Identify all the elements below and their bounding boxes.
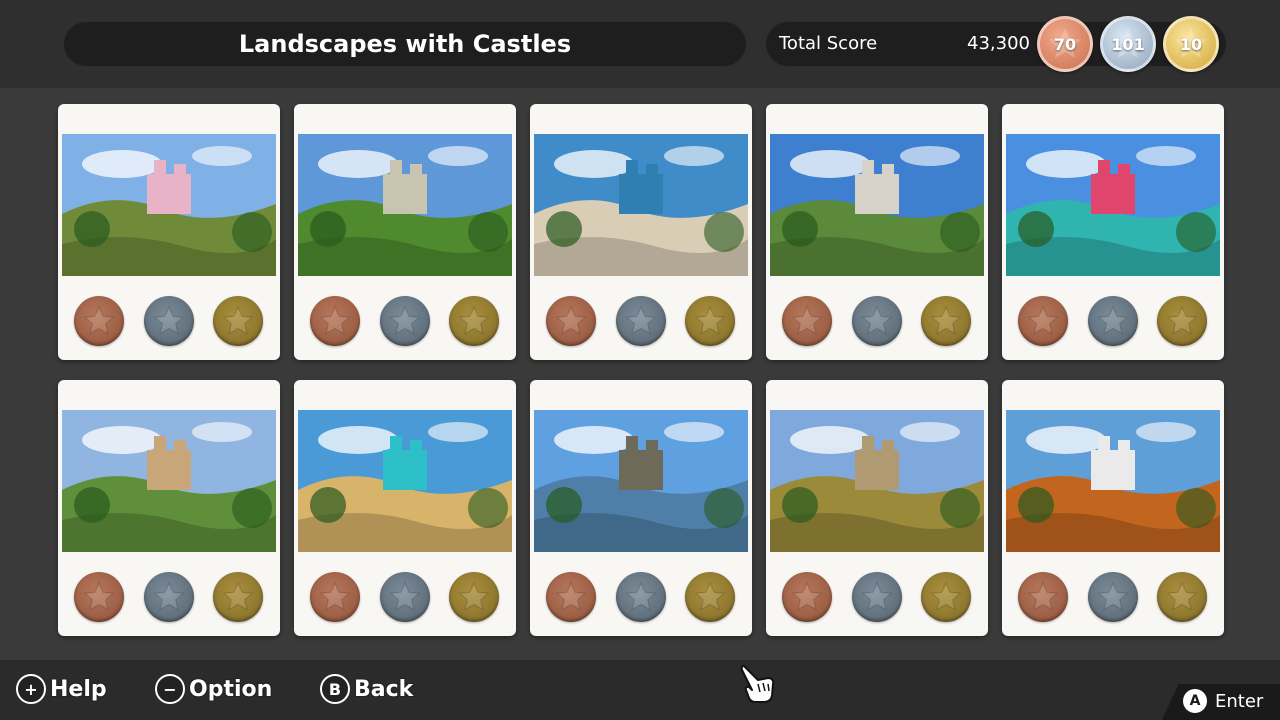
puzzle-thumbnail xyxy=(62,134,276,276)
b-button-icon: B xyxy=(320,674,350,704)
puzzle-card[interactable] xyxy=(58,380,280,636)
puzzle-card[interactable] xyxy=(294,104,516,360)
puzzle-thumbnail xyxy=(298,134,512,276)
puzzle-card[interactable] xyxy=(1002,104,1224,360)
silver-star-icon xyxy=(852,572,902,622)
bronze-star-icon xyxy=(74,572,124,622)
gold-star-icon xyxy=(213,572,263,622)
gold-star-icon xyxy=(921,296,971,346)
enter-button[interactable]: A Enter xyxy=(1183,688,1263,714)
a-button-icon: A xyxy=(1183,689,1207,713)
back-label: Back xyxy=(354,676,414,702)
puzzle-thumbnail xyxy=(298,410,512,552)
bronze-star-icon xyxy=(546,572,596,622)
minus-icon: − xyxy=(155,674,185,704)
puzzle-card[interactable] xyxy=(766,380,988,636)
bronze-star-icon xyxy=(1018,296,1068,346)
gold-star-badge: 10 xyxy=(1163,16,1219,72)
silver-star-icon xyxy=(1088,572,1138,622)
enter-label: Enter xyxy=(1215,690,1264,712)
option-label: Option xyxy=(189,676,273,702)
bronze-star-icon xyxy=(74,296,124,346)
bronze-count: 70 xyxy=(1053,34,1077,54)
puzzle-thumbnail xyxy=(770,134,984,276)
silver-star-icon xyxy=(1088,296,1138,346)
gold-star-icon xyxy=(1157,572,1207,622)
puzzle-thumbnail xyxy=(1006,410,1220,552)
bronze-star-icon xyxy=(782,572,832,622)
help-button[interactable]: + Help xyxy=(16,672,107,706)
gold-star-icon xyxy=(213,296,263,346)
silver-star-icon xyxy=(380,572,430,622)
gold-star-icon xyxy=(449,296,499,346)
help-label: Help xyxy=(50,676,107,702)
silver-star-icon xyxy=(616,572,666,622)
puzzle-thumbnail xyxy=(1006,134,1220,276)
option-button[interactable]: − Option xyxy=(155,672,272,706)
pointer-hand-icon xyxy=(740,664,775,703)
back-button[interactable]: B Back xyxy=(320,672,413,706)
silver-star-icon xyxy=(144,572,194,622)
puzzle-card[interactable] xyxy=(766,104,988,360)
gold-count: 10 xyxy=(1179,34,1203,54)
total-score-value: 43,300 xyxy=(967,33,1030,54)
silver-star-icon xyxy=(144,296,194,346)
bronze-star-icon xyxy=(1018,572,1068,622)
puzzle-card[interactable] xyxy=(58,104,280,360)
puzzle-card[interactable] xyxy=(294,380,516,636)
bronze-star-icon xyxy=(310,296,360,346)
bronze-star-icon xyxy=(310,572,360,622)
total-score-label: Total Score xyxy=(779,33,878,54)
puzzle-card[interactable] xyxy=(1002,380,1224,636)
bronze-star-icon xyxy=(782,296,832,346)
puzzle-thumbnail xyxy=(534,134,748,276)
gold-star-icon xyxy=(921,572,971,622)
puzzle-thumbnail xyxy=(770,410,984,552)
silver-count: 101 xyxy=(1111,34,1145,54)
puzzle-thumbnail xyxy=(62,410,276,552)
puzzle-card[interactable] xyxy=(530,380,752,636)
silver-star-icon xyxy=(852,296,902,346)
gold-star-icon xyxy=(449,572,499,622)
puzzle-card[interactable] xyxy=(530,104,752,360)
gold-star-icon xyxy=(1157,296,1207,346)
puzzle-thumbnail xyxy=(534,410,748,552)
gold-star-icon xyxy=(685,296,735,346)
gold-star-icon xyxy=(685,572,735,622)
silver-star-badge: 101 xyxy=(1100,16,1156,72)
silver-star-icon xyxy=(616,296,666,346)
bronze-star-badge: 70 xyxy=(1037,16,1093,72)
bronze-star-icon xyxy=(546,296,596,346)
page-title: Landscapes with Castles xyxy=(64,22,746,66)
plus-icon: + xyxy=(16,674,46,704)
silver-star-icon xyxy=(380,296,430,346)
